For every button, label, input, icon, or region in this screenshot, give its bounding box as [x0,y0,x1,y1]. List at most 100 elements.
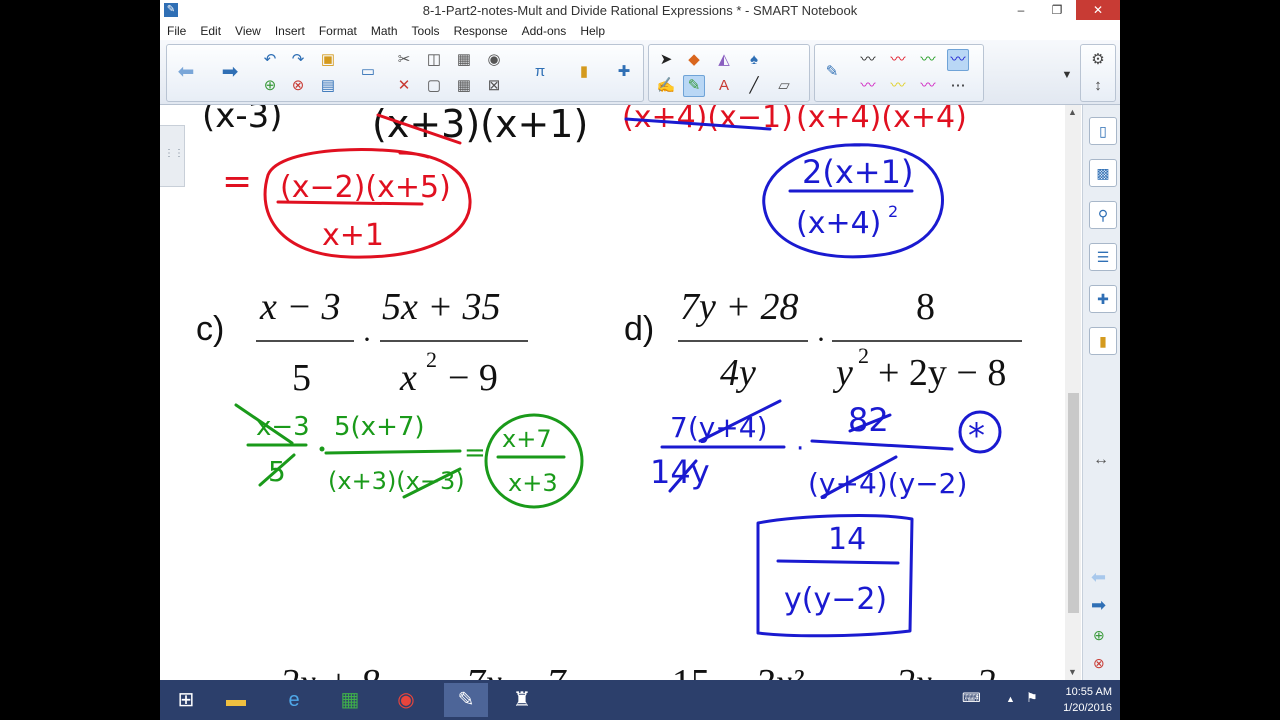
select-pointer-icon[interactable]: ➤ [655,49,677,71]
d-dot: · [816,323,826,356]
tray-expand-icon[interactable]: ▲ [1006,694,1015,704]
menu-help[interactable]: Help [573,22,612,38]
pen-blue-swatch[interactable]: 〰 [947,49,969,71]
delete-page-icon[interactable]: ⊗ [287,75,309,97]
menu-math[interactable]: Math [364,22,405,38]
pens-icon[interactable]: ✎ [683,75,705,97]
addons-tab-icon[interactable]: ✚ [1089,285,1117,313]
addons-puzzle-icon[interactable]: ✚ [613,61,635,83]
clock[interactable]: 10:55 AM 1/20/2016 [1063,684,1112,716]
smart-notebook-window: ✎ 8-1-Part2-notes-Mult and Divide Ration… [160,0,1120,720]
c-fraction2-den-rest: − 9 [448,357,498,399]
lesson-activity-icon[interactable]: ▮ [573,61,595,83]
red-equals: = [222,161,252,202]
display-screen-icon[interactable]: ▭ [357,61,379,83]
menu-file[interactable]: File [160,22,193,38]
problem-c-label: c) [196,310,224,348]
grip-icon: ⋮⋮ [164,148,184,159]
chrome-icon[interactable]: ◉ [384,683,428,717]
green-numerator2: 5(x+7) [334,412,425,442]
text-icon[interactable]: A [713,75,735,97]
vertical-scrollbar[interactable]: ▲ ▼ [1065,105,1081,680]
forward-arrow-icon[interactable]: ➡ [219,61,241,83]
blue-dot: · [796,434,804,464]
maximize-button[interactable]: ❐ [1040,0,1074,20]
pen-dashed-swatch[interactable]: ⋯ [947,75,969,97]
save-icon[interactable]: ▤ [317,75,339,97]
next-page-arrow-icon[interactable]: ➡ [1091,595,1106,616]
document-camera-task-icon[interactable]: ♜ [500,683,544,717]
pen-red-swatch[interactable]: 〰 [887,49,909,71]
windows-taskbar: ⊞ ▬ e ▦ ◉ ✎ ♜ ⌨ ▲ ⚑ 10:55 AM 1/20/2016 [160,680,1120,720]
screen-shade-icon[interactable]: ▦ [453,49,475,71]
shapes-icon[interactable]: ◆ [683,49,705,71]
paste-icon[interactable]: ✂ [393,49,415,71]
menu-response[interactable]: Response [447,22,515,38]
close-box-icon[interactable]: ⊠ [483,75,505,97]
windows-start-icon[interactable]: ⊞ [164,683,208,717]
blue-bar2 [810,439,954,451]
green-answer-denominator: x+3 [508,469,558,497]
menu-addons[interactable]: Add-ons [515,22,574,38]
properties-tab-icon[interactable]: ☰ [1089,243,1117,271]
back-arrow-icon[interactable]: ⬅ [175,61,197,83]
scroll-down-icon[interactable]: ▼ [1068,667,1077,677]
handwriting-pen-icon[interactable]: ✍ [655,75,677,97]
prev-page-arrow-icon[interactable]: ⬅ [1091,567,1106,588]
menu-bar: File Edit View Insert Format Math Tools Respons… [160,22,1120,40]
pen-green-swatch[interactable]: 〰 [917,49,939,71]
delete-page-side-icon[interactable]: ⊗ [1093,655,1105,672]
attachments-tab-icon[interactable]: ⚲ [1089,201,1117,229]
gear-icon[interactable]: ⚙ [1087,49,1109,71]
partial-top-left-text: (x-3) [202,105,283,136]
c-fraction2-den-exp: 2 [426,347,437,372]
menu-edit[interactable]: Edit [193,22,228,38]
eraser-icon[interactable]: ◭ [713,49,735,71]
pen-yellow-swatch[interactable]: 〰 [887,75,909,97]
green-bar2 [324,449,462,455]
internet-explorer-icon[interactable]: e [272,683,316,717]
table-icon[interactable]: ▦ [453,75,475,97]
toolbar-expand-icon[interactable]: ▼ [1056,64,1078,86]
page-sorter-tab-icon[interactable]: ▯ [1089,117,1117,145]
add-page-icon[interactable]: ⊕ [259,75,281,97]
add-page-side-icon[interactable]: ⊕ [1093,627,1105,644]
file-explorer-icon[interactable]: ▬ [214,683,258,717]
resize-horizontal-icon[interactable]: ↔ [1093,451,1109,469]
notebook-canvas[interactable]: (x-3) (x+3)(x+1) = (x−2)(x+5) x+1 (x+4)(… [160,105,1068,680]
flag-icon[interactable]: ⚑ [1026,690,1038,706]
page-sorter-handle[interactable]: ⋮⋮ [160,125,185,187]
document-camera-icon[interactable]: ◉ [483,49,505,71]
scroll-up-icon[interactable]: ▲ [1068,107,1077,117]
full-screen-icon[interactable]: ▢ [423,75,445,97]
move-toolbar-icon[interactable]: ↕ [1087,75,1109,97]
canvas-drawing: (x-3) (x+3)(x+1) = (x−2)(x+5) x+1 (x+4)(… [196,105,1022,680]
gallery-tab-icon[interactable]: ▩ [1089,159,1117,187]
minimize-button[interactable]: – [1004,0,1038,20]
menu-insert[interactable]: Insert [268,22,312,38]
pen-type-icon[interactable]: ✎ [821,61,843,83]
menu-tools[interactable]: Tools [405,22,447,38]
keyboard-icon[interactable]: ⌨ [962,690,981,706]
close-button[interactable]: ✕ [1076,0,1120,20]
line-icon[interactable]: ╱ [743,75,765,97]
pen-black-swatch[interactable]: 〰 [857,49,879,71]
delete-icon[interactable]: ✕ [393,75,415,97]
smart-notebook-task-icon[interactable]: ✎ [444,683,488,717]
menu-view[interactable]: View [228,22,268,38]
pen-magenta-swatch[interactable]: 〰 [857,75,879,97]
eraser-block-icon[interactable]: ▱ [773,75,795,97]
lesson-activity-tab-icon[interactable]: ▮ [1089,327,1117,355]
menu-format[interactable]: Format [312,22,364,38]
redo-icon[interactable]: ↷ [287,49,309,71]
screen-capture-icon[interactable]: ◫ [423,49,445,71]
store-icon[interactable]: ▦ [328,683,372,717]
blue-denominator2: (y+4)(y−2) [808,467,967,500]
open-folder-icon[interactable]: ▣ [317,49,339,71]
green-equals: = [464,438,486,468]
scrollbar-thumb[interactable] [1068,393,1079,613]
math-tools-icon[interactable]: π [529,61,551,83]
fill-icon[interactable]: ♠ [743,49,765,71]
undo-icon[interactable]: ↶ [259,49,281,71]
pen-pink-swatch[interactable]: 〰 [917,75,939,97]
